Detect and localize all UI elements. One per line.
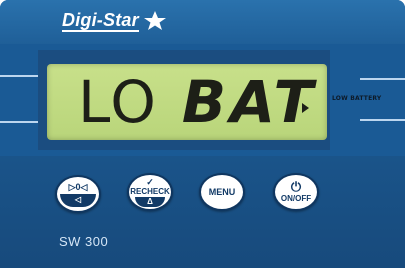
lcd-text-left: LO (78, 68, 158, 136)
left-arrow-icon: ◁ (60, 193, 96, 207)
menu-button[interactable]: MENU (199, 173, 245, 211)
indicator-arrow-icon (302, 103, 309, 113)
low-battery-text: LOW BATTERY (332, 95, 382, 102)
onoff-button[interactable]: ⏻ ON/OFF (273, 173, 319, 211)
menu-label: MENU (208, 187, 236, 197)
divider-line (0, 121, 40, 123)
power-icon: ⏻ (290, 179, 302, 194)
brand-name: Digi-Star (62, 10, 139, 32)
divider-line (360, 119, 405, 121)
lcd-readout: LO BAT (78, 64, 317, 140)
low-battery-label: LOW BATTERY (332, 95, 381, 102)
delta-icon: Δ (135, 197, 165, 207)
divider-line (360, 78, 405, 80)
zero-icon: ▷0◁ (68, 181, 88, 192)
lcd-text-right: BAT (181, 68, 318, 136)
onoff-label: ON/OFF (280, 194, 312, 203)
divider-line (0, 75, 40, 77)
brand-logo: Digi-Star (62, 7, 167, 35)
star-icon (143, 11, 166, 30)
scale-indicator-panel: Digi-Star LO BAT LOW BATTERY ▷0◁ ◁ ✓ REC… (0, 0, 405, 268)
zero-button[interactable]: ▷0◁ ◁ (55, 175, 101, 213)
model-label: SW 300 (59, 234, 109, 249)
brand-strip (0, 0, 405, 44)
check-icon: ✓ (146, 177, 154, 187)
recheck-label: RECHECK (130, 187, 170, 196)
recheck-button[interactable]: ✓ RECHECK Δ (127, 173, 173, 211)
